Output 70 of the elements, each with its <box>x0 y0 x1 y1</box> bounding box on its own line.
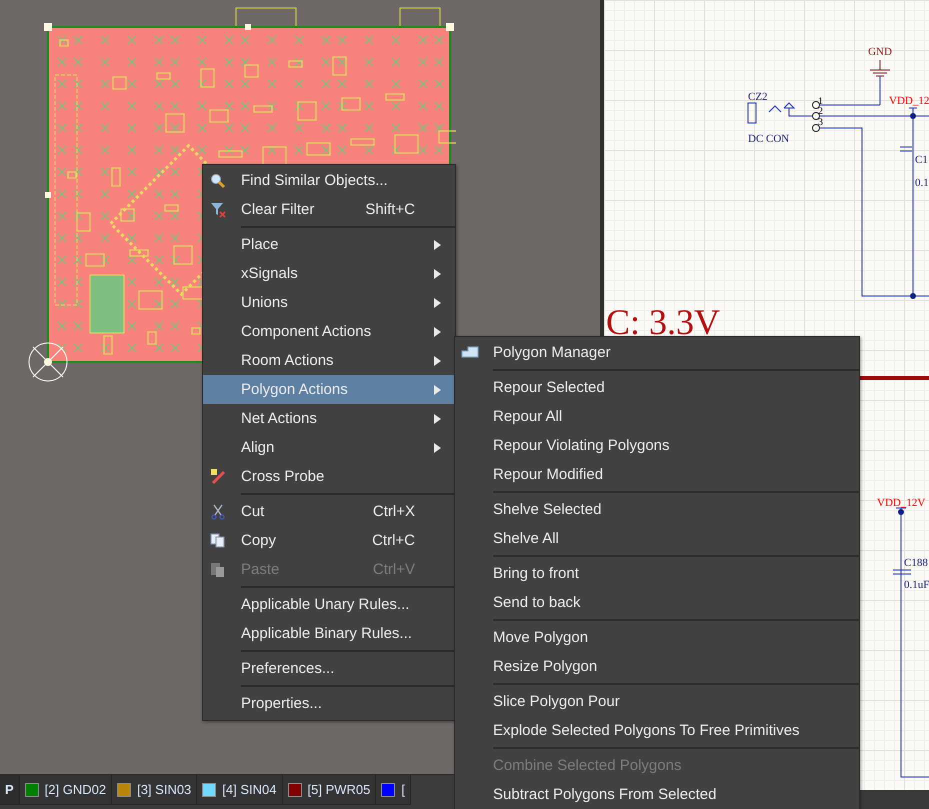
menu-item[interactable]: Applicable Binary Rules... <box>203 619 455 648</box>
layer-tab[interactable]: [2] GND02 <box>20 775 112 805</box>
menu-item[interactable]: Send to back <box>455 588 859 617</box>
menu-item[interactable]: Preferences... <box>203 654 455 683</box>
menu-item[interactable]: Subtract Polygons From Selected <box>455 780 859 809</box>
net-label: VDD_12V <box>877 497 926 509</box>
menu-item[interactable]: Repour All <box>455 402 859 431</box>
scissors-icon <box>209 503 227 520</box>
value-label: DC CON <box>748 133 790 145</box>
layer-name: [ <box>401 782 405 797</box>
value-label: 0.1uF <box>904 579 929 591</box>
layer-tab[interactable]: [5] PWR05 <box>282 775 376 805</box>
layer-tab[interactable]: P <box>0 775 20 805</box>
menu-item[interactable]: Explode Selected Polygons To Free Primitives <box>455 716 859 745</box>
submenu-arrow-icon <box>434 356 441 366</box>
menu-item[interactable]: Applicable Unary Rules... <box>203 590 455 619</box>
pin-number: 1 <box>818 96 823 107</box>
layer-name: [5] PWR05 <box>308 782 370 797</box>
filter-icon <box>209 201 227 218</box>
layer-name: [4] SIN04 <box>222 782 276 797</box>
menu-item[interactable]: Component Actions <box>203 317 455 346</box>
menu-item[interactable]: Slice Polygon Pour <box>455 687 859 716</box>
layer-name: [3] SIN03 <box>137 782 192 797</box>
menu-item[interactable]: Room Actions <box>203 346 455 375</box>
pin-number: 3 <box>818 117 823 128</box>
submenu-arrow-icon <box>434 442 441 452</box>
menu-item[interactable]: Shelve Selected <box>455 495 859 524</box>
menu-item[interactable]: Place <box>203 230 455 259</box>
paste-icon <box>209 561 227 578</box>
menu-item[interactable]: Unions <box>203 288 455 317</box>
menu-item[interactable]: Move Polygon <box>455 623 859 652</box>
pin-number: 2 <box>818 106 823 117</box>
menu-item[interactable]: Properties... <box>203 689 455 718</box>
probe-icon <box>209 468 227 485</box>
search-icon <box>209 172 227 189</box>
layer-tab[interactable]: [3] SIN03 <box>112 775 198 805</box>
submenu-arrow-icon <box>434 298 441 308</box>
menu-item[interactable]: Net Actions <box>203 404 455 433</box>
menu-item[interactable]: Find Similar Objects... <box>203 166 455 195</box>
layer-tab[interactable]: [ <box>376 775 411 805</box>
menu-item[interactable]: Bring to front <box>455 559 859 588</box>
submenu-arrow-icon <box>434 326 441 336</box>
net-label: VDD_12 <box>889 95 929 107</box>
layer-tab[interactable]: [4] SIN04 <box>197 775 282 805</box>
menu-item[interactable]: Clear Filter Shift+C <box>203 195 455 224</box>
menu-item[interactable]: Repour Selected <box>455 373 859 402</box>
menu-item[interactable]: Polygon Actions <box>203 375 455 404</box>
menu-item[interactable]: Resize Polygon <box>455 652 859 681</box>
designator-label: C1 <box>915 154 928 166</box>
menu-item[interactable]: Align <box>203 433 455 462</box>
submenu-arrow-icon <box>434 268 441 278</box>
bus-line <box>858 376 929 380</box>
value-label: 0.1 <box>915 177 929 189</box>
layer-name: P <box>5 782 14 797</box>
submenu-arrow-icon <box>434 414 441 424</box>
menu-item[interactable]: Repour Violating Polygons <box>455 431 859 460</box>
menu-item[interactable]: xSignals <box>203 259 455 288</box>
layer-name: [2] GND02 <box>44 782 106 797</box>
designator-label: C188 <box>904 557 928 569</box>
origin-marker-icon <box>28 342 68 382</box>
menu-item[interactable]: Cross Probe <box>203 462 455 491</box>
menu-item[interactable]: Shelve All <box>455 524 859 553</box>
submenu-arrow-icon <box>434 384 441 394</box>
copy-icon <box>209 532 227 549</box>
menu-item[interactable]: Copy Ctrl+C <box>203 526 455 555</box>
menu-item[interactable]: Repour Modified <box>455 460 859 489</box>
submenu-arrow-icon <box>434 240 441 250</box>
menu-item[interactable]: Cut Ctrl+X <box>203 497 455 526</box>
net-label: GND <box>868 46 892 58</box>
designator-label: CZ2 <box>748 91 768 103</box>
